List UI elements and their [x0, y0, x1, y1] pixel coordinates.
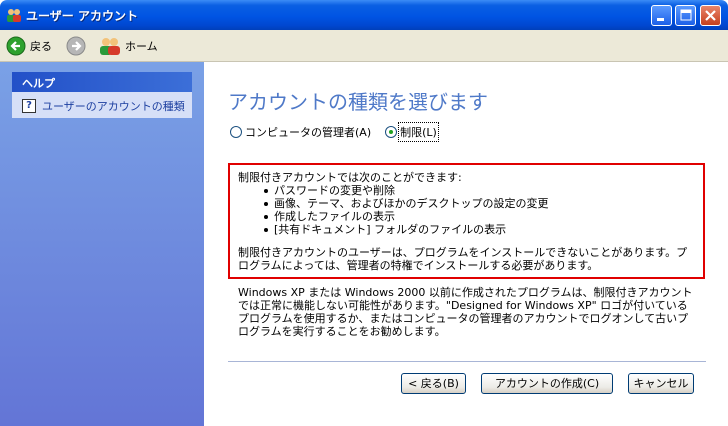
limited-account-info: 制限付きアカウントでは次のことができます: パスワードの変更や削除 画像、テーマ… — [228, 163, 705, 279]
radio-limited-label: 制限(L) — [398, 122, 439, 142]
help-link-label: ユーザーのアカウントの種類 — [42, 100, 185, 113]
capability-list: パスワードの変更や削除 画像、テーマ、およびほかのデスクトップの設定の変更 作成… — [264, 184, 695, 236]
list-item: パスワードの変更や削除 — [264, 184, 695, 197]
main-panel: アカウントの種類を選びます コンピュータの管理者(A) 制限(L) 制限付きアカ… — [204, 62, 728, 426]
close-button[interactable] — [700, 5, 721, 26]
radio-admin-label: コンピュータの管理者(A) — [245, 126, 372, 139]
window-title: ユーザー アカウント — [26, 9, 138, 23]
home-label: ホーム — [125, 40, 158, 53]
close-icon — [705, 10, 716, 21]
account-type-options: コンピュータの管理者(A) 制限(L) — [230, 122, 451, 142]
help-question-icon: ? — [22, 99, 36, 113]
list-item: [共有ドキュメント] フォルダのファイルの表示 — [264, 223, 695, 236]
help-panel: ヘルプ ? ユーザーのアカウントの種類 — [12, 72, 192, 118]
user-accounts-icon — [7, 9, 21, 22]
info-warning: 制限付きアカウントのユーザーは、プログラムをインストールできないことがあります。… — [238, 246, 688, 272]
back-label: 戻る — [30, 40, 52, 53]
radio-limited-indicator[interactable] — [385, 126, 398, 138]
radio-admin-indicator[interactable] — [230, 126, 242, 138]
divider — [228, 361, 706, 362]
info-intro: 制限付きアカウントでは次のことができます: — [238, 171, 462, 184]
back-button[interactable]: < 戻る(B) — [401, 373, 466, 394]
minimize-button[interactable] — [651, 5, 672, 26]
forward-nav-button[interactable] — [66, 35, 86, 57]
help-link-account-types[interactable]: ? ユーザーのアカウントの種類 — [22, 98, 185, 114]
toolbar: 戻る ホーム — [0, 30, 728, 62]
minimize-icon — [657, 18, 664, 21]
back-nav-button[interactable]: 戻る — [6, 35, 52, 57]
list-item: 画像、テーマ、およびほかのデスクトップの設定の変更 — [264, 197, 695, 210]
list-item: 作成したファイルの表示 — [264, 210, 695, 223]
title-bar[interactable]: ユーザー アカウント — [0, 0, 728, 30]
maximize-icon — [680, 9, 692, 21]
sidebar: ヘルプ ? ユーザーのアカウントの種類 — [0, 62, 204, 426]
forward-arrow-icon — [66, 36, 86, 56]
maximize-button[interactable] — [675, 5, 696, 26]
help-title: ヘルプ — [12, 72, 192, 92]
radio-limited[interactable]: 制限(L) — [385, 122, 439, 142]
users-icon — [100, 38, 120, 55]
compatibility-note: Windows XP または Windows 2000 以前に作成されたプログラ… — [238, 286, 693, 338]
cancel-button[interactable]: キャンセル — [628, 373, 694, 394]
back-arrow-icon — [6, 36, 26, 56]
page-title: アカウントの種類を選びます — [228, 90, 488, 114]
radio-computer-admin[interactable]: コンピュータの管理者(A) — [230, 124, 371, 140]
home-button[interactable]: ホーム — [99, 35, 158, 57]
create-account-button[interactable]: アカウントの作成(C) — [481, 373, 613, 394]
